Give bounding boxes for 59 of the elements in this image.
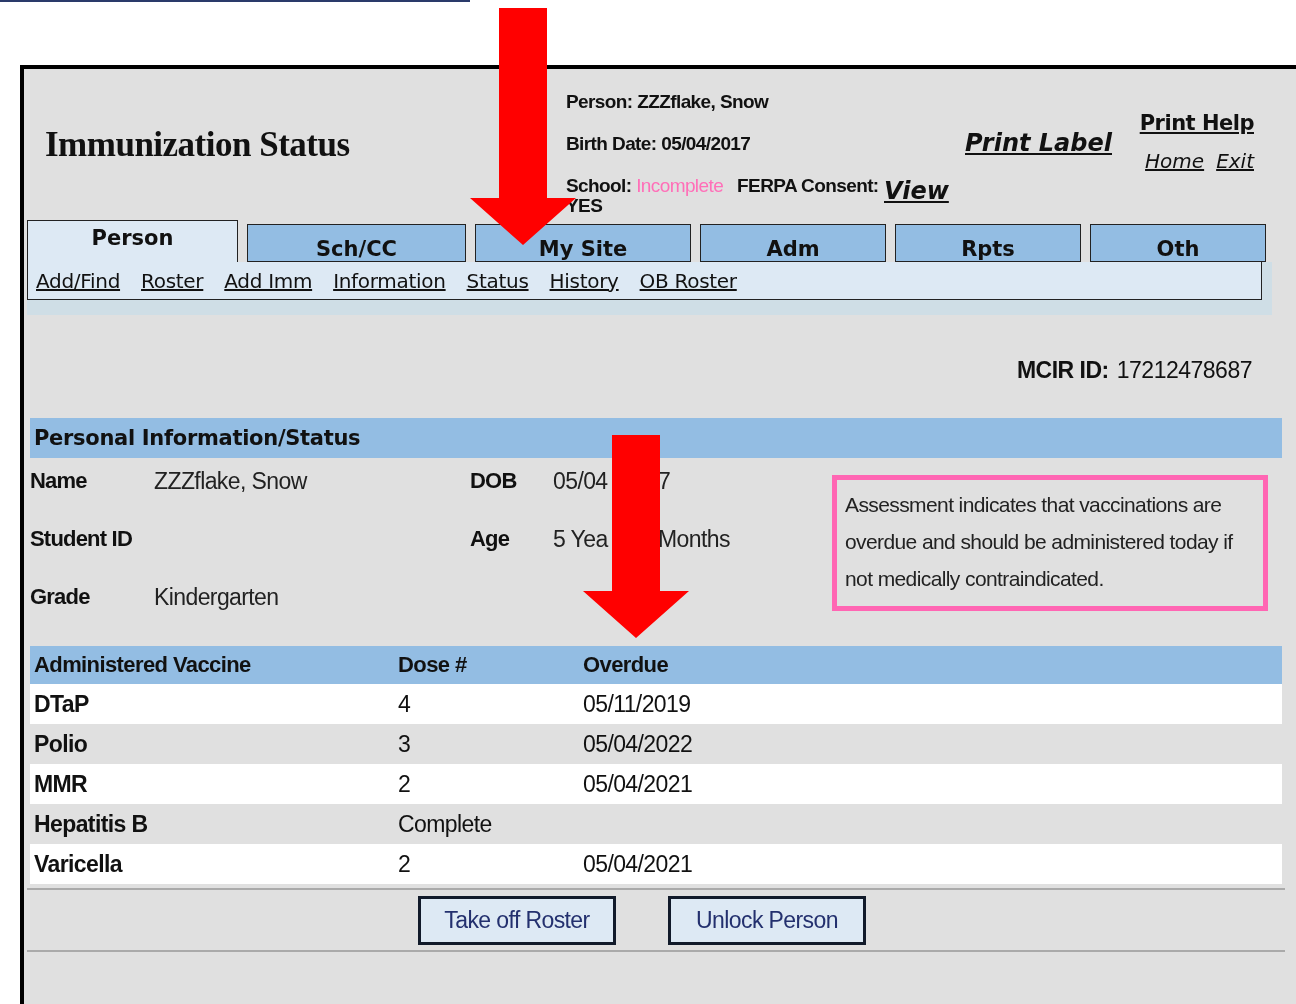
column-header: Administered Vaccine — [30, 646, 394, 684]
ferpa-label: FERPA Consent: — [737, 175, 879, 197]
subnav-link[interactable]: Information — [333, 268, 446, 293]
table-cell: 05/04/2022 — [579, 724, 1282, 764]
table-cell: Complete — [394, 804, 579, 844]
table-cell: 05/04/2021 — [579, 844, 1282, 884]
page-title: Immunization Status — [45, 124, 350, 165]
table-cell: 05/11/2019 — [579, 684, 1282, 724]
table-cell: 05/04/2021 — [579, 764, 1282, 804]
print-label-link[interactable]: Print Label — [965, 129, 1112, 157]
field-label: Student ID — [30, 526, 133, 552]
nav-tab[interactable]: Sch/CC — [247, 224, 466, 262]
field-value: 05/04 — [553, 467, 609, 495]
nav-tab[interactable]: Person — [27, 220, 238, 262]
field-label: DOB — [470, 468, 518, 494]
field-value: ZZZflake, Snow — [154, 467, 309, 495]
table-cell: MMR — [30, 764, 394, 804]
action-button[interactable]: Take off Roster — [418, 895, 616, 945]
subnav-link[interactable]: History — [549, 268, 619, 293]
exit-link[interactable]: Exit — [1216, 149, 1254, 173]
action-button[interactable]: Unlock Person — [668, 895, 866, 945]
table-cell: Varicella — [30, 844, 394, 884]
subnav-link[interactable]: OB Roster — [639, 268, 737, 293]
field-value: 5 Yea — [553, 525, 610, 553]
notice-text: Assessment indicates that vaccinations are overdue and should be administered today if not medically contraindicated. — [845, 492, 1234, 592]
school-label: School: Incomplete — [566, 175, 724, 197]
field-value: Kindergarten — [154, 583, 280, 611]
table-cell: DTaP — [30, 684, 394, 724]
section-header: Personal Information/Status — [30, 418, 1282, 458]
home-link[interactable]: Home — [1145, 149, 1205, 173]
subnav-link[interactable]: Add Imm — [224, 268, 313, 293]
subnav-link[interactable]: Add/Find — [36, 268, 121, 293]
field-value: Months — [658, 525, 731, 553]
mcir-label: MCIR ID: — [1016, 357, 1109, 384]
nav-tab[interactable]: My Site — [475, 224, 691, 262]
table-cell: 4 — [394, 684, 579, 724]
table-cell: 2 — [394, 764, 579, 804]
nav-tab[interactable]: Oth — [1090, 224, 1266, 262]
table-cell: 3 — [394, 724, 579, 764]
column-header: Overdue — [579, 646, 1282, 684]
nav-tab[interactable]: Adm — [700, 224, 886, 262]
ferpa-value: YES — [566, 197, 604, 215]
view-link[interactable]: View — [884, 177, 949, 205]
table-cell: Hepatitis B — [30, 804, 394, 844]
field-label: Age — [470, 526, 511, 552]
mcir-id: 17212478687 — [1116, 357, 1252, 384]
table-cell: Polio — [30, 724, 394, 764]
table-cell: 2 — [394, 844, 579, 884]
field-value: 7 — [658, 467, 672, 495]
column-header: Dose # — [394, 646, 579, 684]
person-name: Person: ZZZflake, Snow — [566, 91, 770, 114]
field-label: Name — [30, 468, 88, 494]
field-label: Grade — [30, 584, 91, 610]
print-help-link[interactable]: Print Help — [1139, 111, 1254, 135]
subnav-link[interactable]: Roster — [141, 268, 204, 293]
subnav-link[interactable]: Status — [466, 268, 529, 293]
school-status: Incomplete — [635, 175, 724, 196]
nav-tab[interactable]: Rpts — [895, 224, 1081, 262]
birth-date: Birth Date: 05/04/2017 — [566, 133, 752, 156]
